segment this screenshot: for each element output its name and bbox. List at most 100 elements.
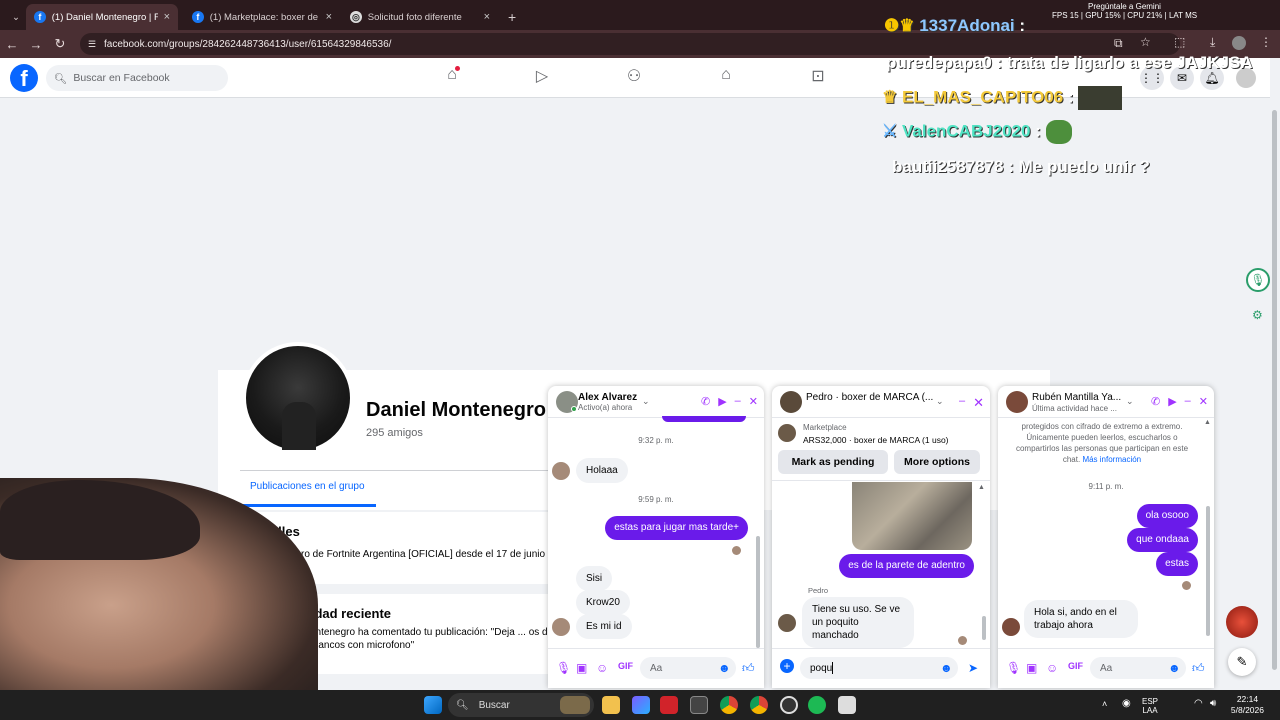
menu-kebab-icon[interactable]: ⋮ <box>1260 35 1272 49</box>
profile-avatar[interactable] <box>242 342 354 454</box>
close-tab-icon[interactable]: × <box>484 11 490 23</box>
minimize-icon[interactable]: – <box>735 395 741 408</box>
marketplace-icon[interactable]: ⌂ <box>714 66 738 90</box>
emoji-icon[interactable]: ☻ <box>940 661 953 675</box>
message-out: estas para jugar mas tarde+ <box>605 516 748 540</box>
chat-header[interactable]: Pedro · boxer de MARCA (... ⌄ – ✕ <box>772 386 990 418</box>
download-icon[interactable]: ⤓ <box>1210 35 1215 50</box>
address-bar[interactable]: ☰ facebook.com/groups/284262448736413/us… <box>80 33 1180 55</box>
phone-call-icon[interactable]: ✆ <box>701 395 710 408</box>
browser-tab-solicitud[interactable]: ◎ Solicitud foto diferente × <box>342 4 498 30</box>
more-options-button[interactable]: More options <box>894 450 980 474</box>
facebook-search-input[interactable]: 🔍︎ Buscar en Facebook <box>46 65 228 91</box>
gaming-icon[interactable]: ⊡ <box>806 66 830 90</box>
message-in: Holaaa <box>576 458 628 483</box>
browser-profile-avatar[interactable] <box>1232 36 1246 50</box>
photo-attachment[interactable] <box>852 482 972 550</box>
facebook-logo-icon[interactable]: f <box>10 64 38 92</box>
obs-app-icon[interactable] <box>838 696 856 714</box>
windows-start-icon[interactable] <box>424 696 442 714</box>
extensions-icon[interactable]: ⬚ <box>1174 35 1185 49</box>
gif-icon[interactable]: GIF <box>1068 661 1083 671</box>
wifi-icon[interactable]: ◠ <box>1194 698 1203 709</box>
image-icon[interactable]: ▣ <box>576 661 587 675</box>
back-arrow-icon[interactable]: ← <box>0 37 24 52</box>
microphone-icon[interactable]: 🎙︎ <box>1006 661 1021 675</box>
language-indicator[interactable]: ESP LAA <box>1142 697 1158 715</box>
store-icon[interactable] <box>690 696 708 714</box>
phone-call-icon[interactable]: ✆ <box>1151 395 1160 408</box>
chat-scrollbar[interactable] <box>982 616 986 640</box>
emoji-icon[interactable]: ☻ <box>718 661 731 675</box>
close-icon[interactable]: ✕ <box>1199 395 1208 408</box>
taskbar-search[interactable]: 🔍︎ Buscar <box>448 693 594 717</box>
home-icon[interactable]: ⌂ <box>440 66 464 90</box>
page-scrollbar-thumb[interactable] <box>1272 110 1277 670</box>
reload-icon[interactable]: ↻ <box>48 36 72 52</box>
friends-icon[interactable]: ⚇ <box>622 66 646 90</box>
file-explorer-icon[interactable] <box>602 696 620 714</box>
chat-header[interactable]: Rubén Mantilla Ya... Última actividad ha… <box>998 386 1214 418</box>
chevron-down-icon[interactable]: ⌄ <box>936 396 944 407</box>
chevron-up-icon[interactable]: ˄ <box>1102 699 1107 709</box>
taskbar-clock[interactable]: 22:14 5/8/2026 <box>1231 694 1264 716</box>
office-app-icon[interactable] <box>660 696 678 714</box>
emoji-icon[interactable]: ☻ <box>1168 661 1181 675</box>
steam-icon[interactable] <box>780 696 798 714</box>
profile-friends-count[interactable]: 295 amigos <box>366 427 423 439</box>
gif-icon[interactable]: GIF <box>618 661 633 671</box>
mark-as-pending-button[interactable]: Mark as pending <box>778 450 888 474</box>
chat-scrollbar[interactable] <box>1206 506 1210 636</box>
chrome-profile-icon[interactable] <box>750 696 768 714</box>
video-call-icon[interactable]: ▶ <box>1168 395 1176 408</box>
site-info-icon[interactable]: ☰ <box>88 39 96 50</box>
thumbs-up-icon[interactable]: 👍︎ <box>1192 661 1205 676</box>
spotify-icon[interactable] <box>808 696 826 714</box>
forward-arrow-icon[interactable]: → <box>24 37 48 52</box>
image-icon[interactable]: ▣ <box>1026 661 1037 675</box>
new-tab-button[interactable]: + <box>500 4 524 30</box>
close-tab-icon[interactable]: × <box>326 11 332 23</box>
video-call-icon[interactable]: ▶ <box>718 395 726 408</box>
avatar <box>778 614 796 632</box>
bookmark-star-icon[interactable]: ☆ <box>1140 35 1151 49</box>
cast-icon[interactable]: ⧉ <box>1114 36 1123 51</box>
minimize-icon[interactable]: – <box>959 395 965 411</box>
scroll-up-arrow-icon[interactable]: ▲ <box>1204 419 1211 426</box>
microphone-icon[interactable]: 🎙︎ <box>1246 268 1270 292</box>
scroll-up-arrow-icon[interactable]: ▲ <box>978 484 985 491</box>
chevron-down-icon[interactable]: ⌄ <box>642 396 650 407</box>
video-icon[interactable]: ▷ <box>530 66 554 90</box>
microphone-icon[interactable]: 🎙︎ <box>556 661 571 675</box>
chat-header[interactable]: Alex Alvarez Activo(a) ahora ⌄ ✆ ▶ – ✕ <box>548 386 764 418</box>
plus-icon[interactable]: + <box>780 659 794 673</box>
send-icon[interactable]: ➤ <box>968 661 978 675</box>
browser-tab-profile[interactable]: f (1) Daniel Montenegro | Facebook × <box>26 4 178 30</box>
settings-gear-icon[interactable]: ⚙ <box>1252 308 1263 322</box>
close-icon[interactable]: ✕ <box>973 395 984 411</box>
message-input[interactable]: poqu <box>800 657 958 679</box>
more-info-link[interactable]: Más información <box>1082 455 1141 464</box>
details-text: Miembro de Fortnite Argentina [OFICIAL] … <box>271 549 559 573</box>
browser-tab-marketplace[interactable]: f (1) Marketplace: boxer de MARCA × <box>184 4 340 30</box>
copilot-icon[interactable] <box>632 696 650 714</box>
close-tab-icon[interactable]: × <box>164 11 170 23</box>
chat-scrollbar[interactable] <box>756 536 760 648</box>
close-icon[interactable]: ✕ <box>749 395 758 408</box>
tab-group-posts[interactable]: Publicaciones en el grupo <box>250 481 365 492</box>
windows-taskbar: 🔍︎ Buscar ˄ ◉ ESP LAA ◠ 🔊︎ 22:14 5/8/202… <box>0 690 1280 720</box>
chat-head-avatar[interactable] <box>1226 606 1258 638</box>
sticker-icon[interactable]: ☺ <box>1046 661 1058 675</box>
chevron-down-icon[interactable]: ⌄ <box>1126 396 1134 407</box>
minimize-icon[interactable]: – <box>1185 395 1191 408</box>
tray-app-icon[interactable]: ◉ <box>1122 698 1131 709</box>
tab-list-button[interactable]: ⌄ <box>4 4 24 30</box>
recent-activity-text[interactable]: ontenegro ha comentado tu publicación: "… <box>310 626 560 652</box>
sticker-icon[interactable]: ☺ <box>596 661 608 675</box>
gemini-prompt[interactable]: Pregúntale a Gemini <box>1088 2 1161 11</box>
facebook-favicon-icon: f <box>34 11 46 23</box>
thumbs-up-icon[interactable]: 👍︎ <box>742 661 755 676</box>
new-message-icon[interactable]: ✎ <box>1228 648 1256 676</box>
chrome-icon[interactable] <box>720 696 738 714</box>
volume-icon[interactable]: 🔊︎ <box>1210 698 1216 709</box>
